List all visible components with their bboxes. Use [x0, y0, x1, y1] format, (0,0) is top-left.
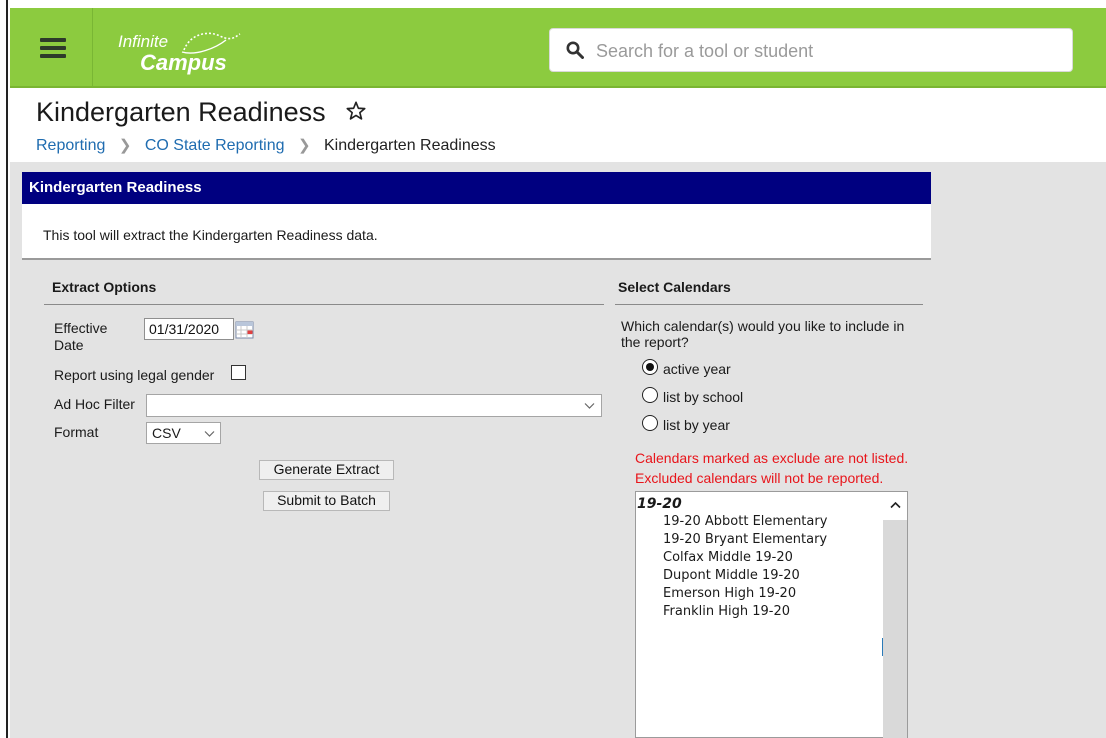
format-label: Format [54, 424, 99, 440]
effective-date-label-line1: Effective [54, 320, 108, 336]
chevron-right-icon: ❯ [118, 137, 132, 154]
select-calendars-title: Select Calendars [618, 279, 731, 295]
calendar-listbox[interactable]: 19-20 19-20 Abbott Elementary 19-20 Brya… [635, 491, 908, 738]
legal-gender-checkbox[interactable] [231, 365, 246, 380]
menu-button[interactable] [10, 8, 93, 88]
chevron-right-icon: ❯ [297, 137, 311, 154]
listbox-scrollbar[interactable] [883, 492, 907, 738]
radio-active-year-label: active year [663, 361, 731, 377]
panel-description: This tool will extract the Kindergarten … [22, 204, 931, 258]
extract-options-title: Extract Options [52, 279, 157, 295]
search-input[interactable] [594, 35, 1058, 67]
breadcrumb-co-state-reporting[interactable]: CO State Reporting [145, 137, 285, 154]
text-caret [882, 638, 883, 656]
page-header: Kindergarten Readiness Reporting ❯ CO St… [10, 88, 1106, 162]
list-item[interactable]: Emerson High 19-20 [663, 586, 796, 601]
exclude-warning-line2: Excluded calendars will not be reported. [635, 470, 884, 486]
window-top-edge [8, 0, 1106, 8]
scroll-up-button[interactable] [883, 492, 907, 520]
calendar-group-label: 19-20 [637, 496, 682, 512]
calendar-question-line1: Which calendar(s) would you like to incl… [621, 318, 905, 334]
adhoc-filter-select[interactable] [146, 394, 602, 417]
radio-list-by-year-label: list by year [663, 417, 730, 433]
submit-to-batch-button[interactable]: Submit to Batch [263, 491, 390, 511]
star-icon[interactable] [345, 100, 367, 122]
radio-list-by-school[interactable] [642, 387, 658, 403]
list-item[interactable]: Franklin High 19-20 [663, 604, 790, 619]
search-box[interactable] [549, 28, 1073, 72]
panel-header: Kindergarten Readiness [22, 172, 931, 204]
list-item[interactable]: Colfax Middle 19-20 [663, 550, 793, 565]
radio-selected-dot [646, 363, 654, 371]
calendar-question-line2: the report? [621, 334, 689, 350]
effective-date-label-line2: Date [54, 337, 84, 353]
list-item[interactable]: 19-20 Bryant Elementary [663, 532, 827, 547]
extract-options-divider [44, 304, 604, 305]
format-value: CSV [152, 425, 181, 441]
format-select[interactable]: CSV [146, 422, 221, 444]
list-item[interactable]: 19-20 Abbott Elementary [663, 514, 827, 529]
select-calendars-divider [615, 304, 923, 305]
calendar-icon[interactable] [235, 320, 255, 340]
radio-list-by-year[interactable] [642, 415, 658, 431]
logo-text-line1: Infinite [118, 32, 169, 51]
exclude-warning-line1: Calendars marked as exclude are not list… [635, 450, 909, 466]
page-title: Kindergarten Readiness [36, 97, 326, 127]
breadcrumb-current: Kindergarten Readiness [323, 137, 496, 154]
adhoc-filter-label: Ad Hoc Filter [54, 396, 135, 412]
breadcrumb: Reporting ❯ CO State Reporting ❯ Kinderg… [36, 136, 496, 155]
panel-divider [22, 258, 931, 260]
radio-list-by-school-label: list by school [663, 389, 744, 405]
effective-date-input[interactable]: 01/31/2020 [144, 318, 234, 340]
list-item[interactable]: Dupont Middle 19-20 [663, 568, 800, 583]
top-navigation-bar: Infinite Campus [10, 8, 1106, 88]
legal-gender-label: Report using legal gender [54, 367, 215, 383]
window-left-edge [0, 0, 8, 738]
chevron-up-icon [890, 501, 901, 509]
chevron-down-icon [584, 403, 595, 409]
generate-extract-button[interactable]: Generate Extract [259, 460, 394, 480]
logo-swoosh-icon [181, 32, 241, 54]
search-icon [566, 41, 584, 59]
breadcrumb-reporting[interactable]: Reporting [36, 137, 105, 154]
radio-active-year[interactable] [642, 359, 658, 375]
chevron-down-icon [204, 431, 215, 437]
